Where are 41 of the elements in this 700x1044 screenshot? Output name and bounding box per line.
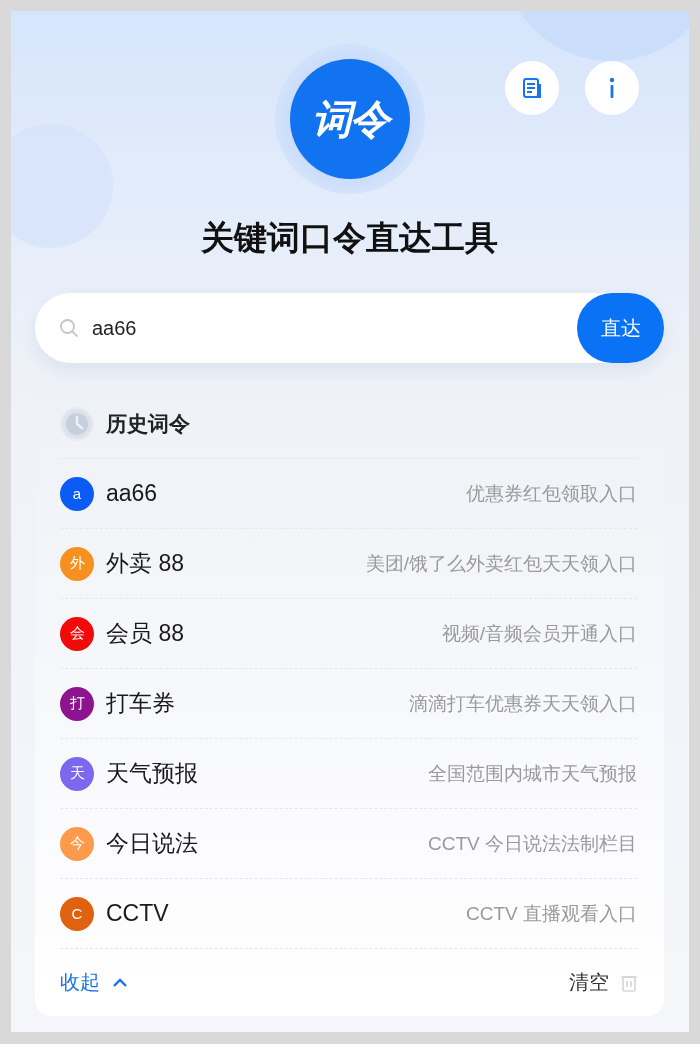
history-item[interactable]: 今 今日说法 CCTV 今日说法法制栏目 (60, 809, 637, 879)
avatar-badge: C (60, 896, 94, 931)
history-item[interactable]: 外 外卖 88 美团/饿了么外卖红包天天领入口 (60, 529, 637, 599)
history-heading: 历史词令 (106, 411, 190, 437)
keyword-description: 美团/饿了么外卖红包天天领入口 (365, 551, 637, 576)
app-title: 关键词口令直达工具 (201, 218, 498, 258)
history-item[interactable]: 天 天气预报 全国范围内城市天气预报 (60, 739, 637, 809)
document-button[interactable] (505, 61, 559, 115)
avatar-badge: 外 (60, 546, 94, 581)
keyword-description: 优惠券红包领取入口 (466, 481, 637, 506)
keyword-name: 打车券 (106, 689, 175, 718)
chevron-up-icon (112, 977, 128, 988)
clear-button[interactable]: 清空 (569, 969, 637, 996)
keyword-name: 今日说法 (106, 829, 198, 858)
keyword-name: 外卖 88 (106, 549, 184, 578)
keyword-description: CCTV 直播观看入口 (466, 901, 637, 926)
clock-icon (60, 407, 94, 441)
trash-icon (621, 973, 637, 992)
avatar-badge: 天 (60, 756, 94, 791)
avatar-badge: 会 (60, 616, 94, 651)
history-item[interactable]: C CCTV CCTV 直播观看入口 (60, 879, 637, 949)
avatar-badge: a (60, 476, 94, 511)
keyword-description: 全国范围内城市天气预报 (428, 761, 637, 786)
keyword-description: CCTV 今日说法法制栏目 (428, 831, 637, 856)
search-icon (59, 318, 79, 338)
keyword-name: 会员 88 (106, 619, 184, 648)
keyword-description: 视频/音频会员开通入口 (441, 621, 637, 646)
keyword-name: 天气预报 (106, 759, 198, 788)
collapse-button[interactable]: 收起 (60, 969, 128, 996)
history-item[interactable]: a aa66 优惠券红包领取入口 (60, 459, 637, 529)
info-icon (609, 77, 615, 99)
document-icon (521, 77, 543, 99)
history-item[interactable]: 打 打车券 滴滴打车优惠券天天领入口 (60, 669, 637, 739)
go-button[interactable]: 直达 (577, 293, 664, 363)
avatar-badge: 今 (60, 826, 94, 861)
avatar-badge: 打 (60, 686, 94, 721)
keyword-name: aa66 (106, 480, 158, 507)
logo: 词令 (289, 59, 410, 179)
keyword-name: CCTV (106, 900, 169, 927)
history-item[interactable]: 会 会员 88 视频/音频会员开通入口 (60, 599, 637, 669)
keyword-description: 滴滴打车优惠券天天领入口 (409, 691, 637, 716)
